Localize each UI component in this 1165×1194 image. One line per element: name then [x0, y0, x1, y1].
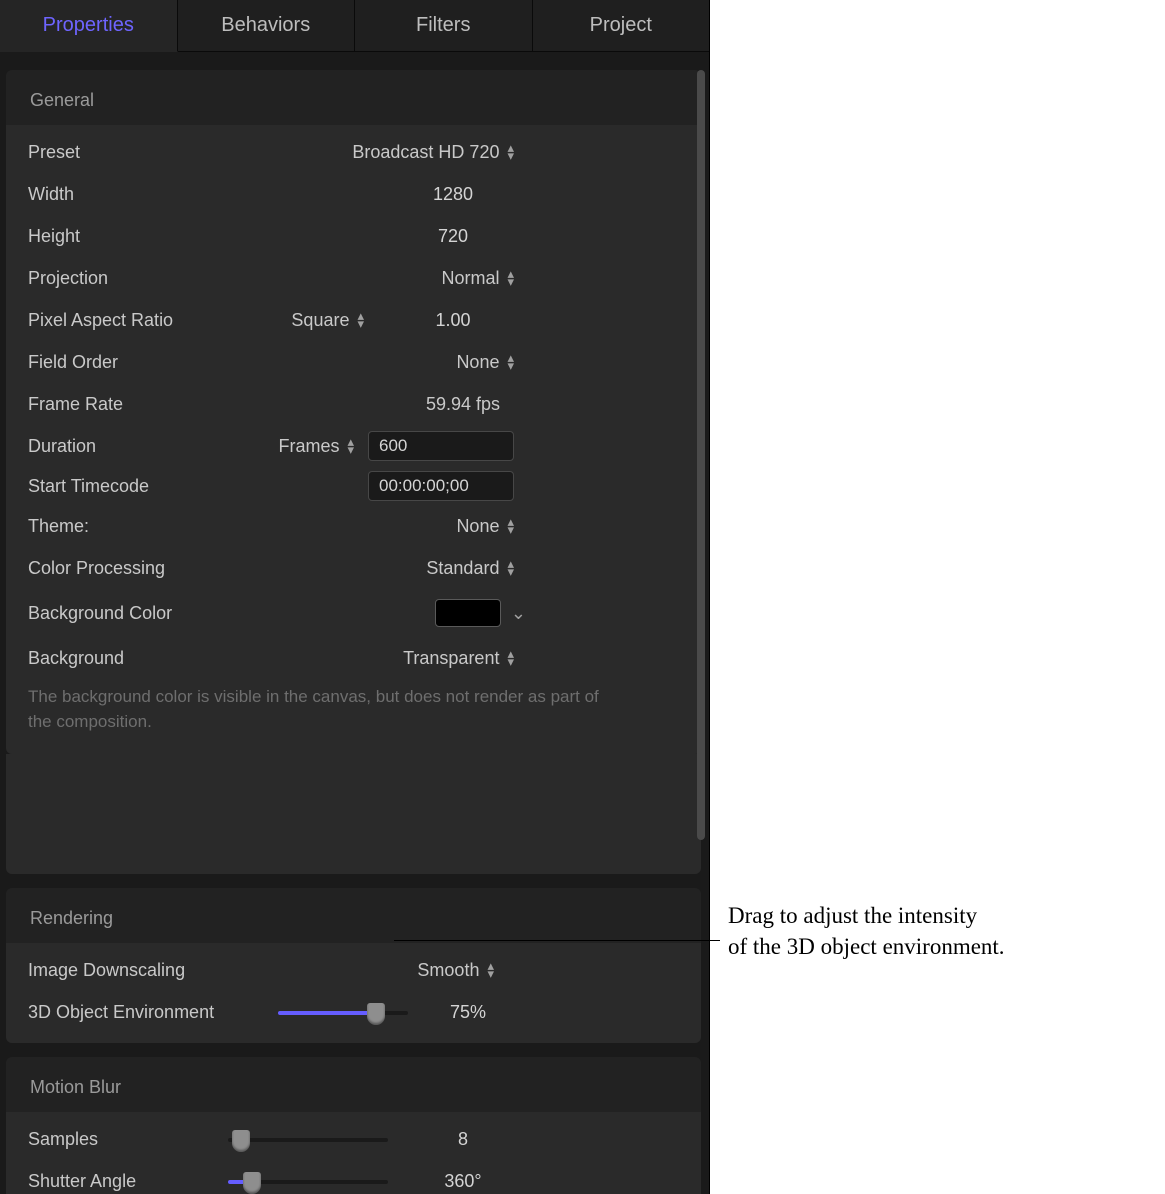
preset-dropdown[interactable]: Broadcast HD 720 [238, 142, 528, 163]
start-tc-label: Start Timecode [28, 476, 238, 497]
downscaling-dropdown[interactable]: Smooth [258, 960, 508, 981]
color-processing-dropdown[interactable]: Standard [238, 558, 528, 579]
samples-slider[interactable] [228, 1129, 388, 1149]
stepper-icon [507, 144, 514, 160]
height-label: Height [28, 226, 238, 247]
row-duration: Duration Frames 600 [28, 425, 679, 467]
frame-rate-label: Frame Rate [28, 394, 238, 415]
inspector-panel: Properties Behaviors Filters Project Gen… [0, 0, 710, 1194]
duration-label: Duration [28, 436, 238, 457]
stepper-icon [507, 650, 514, 666]
row-theme: Theme: None [28, 505, 679, 547]
row-par: Pixel Aspect Ratio Square 1.00 [28, 299, 679, 341]
stepper-icon [347, 438, 354, 454]
section-general: Preset Broadcast HD 720 Width 1280 Heigh… [6, 125, 701, 754]
tab-filters[interactable]: Filters [355, 0, 533, 52]
env-slider[interactable] [278, 1002, 408, 1022]
bg-color-well[interactable] [435, 599, 501, 627]
tab-behaviors[interactable]: Behaviors [178, 0, 356, 52]
env-value[interactable]: 75% [418, 1002, 518, 1023]
tab-properties[interactable]: Properties [0, 0, 178, 52]
row-height: Height 720 [28, 215, 679, 257]
row-shutter-angle: Shutter Angle 360° [28, 1160, 679, 1194]
row-background: Background Transparent [28, 637, 679, 679]
stepper-icon [487, 962, 494, 978]
env-label: 3D Object Environment [28, 1002, 278, 1023]
projection-label: Projection [28, 268, 238, 289]
callout-text: Drag to adjust the intensity of the 3D o… [728, 900, 1148, 962]
section-header-rendering: Rendering [6, 888, 701, 943]
background-help-text: The background color is visible in the c… [28, 679, 679, 734]
preset-value: Broadcast HD 720 [352, 142, 499, 163]
shutter-slider[interactable] [228, 1171, 388, 1191]
section-rendering: Image Downscaling Smooth 3D Object Envir… [6, 943, 701, 1043]
duration-unit-dropdown[interactable]: Frames [238, 436, 368, 457]
projection-value: Normal [441, 268, 499, 289]
panel-body: General Preset Broadcast HD 720 Width 12… [0, 52, 709, 1194]
background-label: Background [28, 648, 238, 669]
par-number[interactable]: 1.00 [378, 310, 528, 331]
field-order-dropdown[interactable]: None [238, 352, 528, 373]
par-label: Pixel Aspect Ratio [28, 310, 238, 331]
color-processing-label: Color Processing [28, 558, 238, 579]
duration-unit: Frames [278, 436, 339, 457]
callout-leader-line [394, 940, 720, 941]
callout-line-2: of the 3D object environment. [728, 931, 1148, 962]
row-frame-rate: Frame Rate 59.94 fps [28, 383, 679, 425]
callout-line-1: Drag to adjust the intensity [728, 900, 1148, 931]
inspector-tabs: Properties Behaviors Filters Project [0, 0, 709, 52]
row-3d-environment: 3D Object Environment 75% [28, 991, 679, 1033]
tab-project[interactable]: Project [533, 0, 710, 52]
stepper-icon [507, 560, 514, 576]
background-value: Transparent [403, 648, 499, 669]
samples-label: Samples [28, 1129, 228, 1150]
stepper-icon [507, 518, 514, 534]
row-samples: Samples 8 [28, 1118, 679, 1160]
par-dropdown[interactable]: Square [238, 310, 378, 331]
row-projection: Projection Normal [28, 257, 679, 299]
background-dropdown[interactable]: Transparent [238, 648, 528, 669]
bg-color-label: Background Color [28, 603, 238, 624]
row-bg-color: Background Color ⌄ [28, 589, 679, 637]
frame-rate-value-wrap: 59.94 fps [238, 394, 528, 415]
downscaling-label: Image Downscaling [28, 960, 258, 981]
field-order-value: None [456, 352, 499, 373]
row-downscaling: Image Downscaling Smooth [28, 949, 679, 991]
downscaling-value: Smooth [417, 960, 479, 981]
row-color-processing: Color Processing Standard [28, 547, 679, 589]
row-field-order: Field Order None [28, 341, 679, 383]
shutter-value[interactable]: 360° [408, 1171, 518, 1192]
field-order-label: Field Order [28, 352, 238, 373]
section-motion-blur: Samples 8 Shutter Angle [6, 1112, 701, 1194]
frame-rate-value[interactable]: 59.94 fps [426, 394, 500, 415]
width-label: Width [28, 184, 238, 205]
duration-input[interactable]: 600 [368, 431, 514, 461]
row-start-timecode: Start Timecode 00:00:00;00 [28, 467, 679, 505]
height-value[interactable]: 720 [378, 226, 528, 247]
stepper-icon [507, 270, 514, 286]
stepper-icon [357, 312, 364, 328]
row-preset: Preset Broadcast HD 720 [28, 131, 679, 173]
theme-value: None [456, 516, 499, 537]
row-width: Width 1280 [28, 173, 679, 215]
section-header-motion-blur: Motion Blur [6, 1057, 701, 1112]
theme-dropdown[interactable]: None [238, 516, 528, 537]
scrollbar[interactable] [697, 70, 705, 840]
chevron-down-icon[interactable]: ⌄ [511, 603, 526, 624]
shutter-label: Shutter Angle [28, 1171, 228, 1192]
stepper-icon [507, 354, 514, 370]
start-tc-input[interactable]: 00:00:00;00 [368, 471, 514, 501]
width-value[interactable]: 1280 [378, 184, 528, 205]
preset-label: Preset [28, 142, 238, 163]
color-processing-value: Standard [426, 558, 499, 579]
section-header-general: General [6, 70, 701, 125]
samples-value[interactable]: 8 [408, 1129, 518, 1150]
theme-label: Theme: [28, 516, 238, 537]
par-value: Square [291, 310, 349, 331]
projection-dropdown[interactable]: Normal [238, 268, 528, 289]
